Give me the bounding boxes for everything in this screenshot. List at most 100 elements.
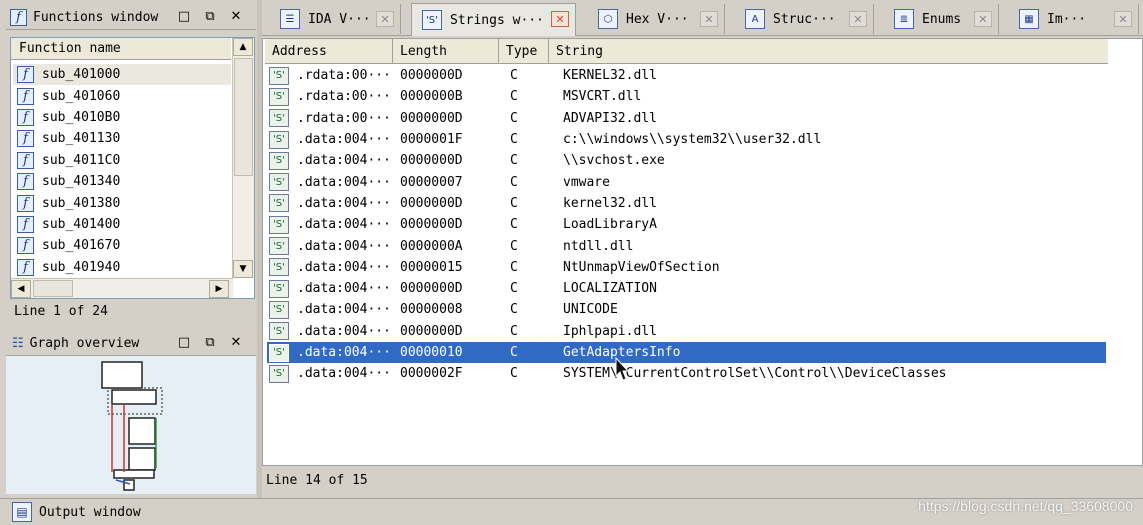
- function-icon: f: [17, 237, 34, 255]
- string-cell: MSVCRT.dll: [563, 89, 642, 105]
- length-cell: 0000000D: [400, 68, 463, 84]
- strings-window[interactable]: Address Length Type String 'S' .rdata:00·…: [262, 38, 1143, 466]
- functions-rows: f sub_401000 f sub_401060 f sub_4010B0 f sub_40…: [13, 64, 231, 278]
- function-icon: f: [17, 151, 34, 169]
- scroll-left-icon[interactable]: ◀: [11, 280, 31, 298]
- hex-view-icon: ⬡: [598, 9, 618, 29]
- function-list-item[interactable]: f sub_401130: [13, 128, 231, 149]
- close-icon[interactable]: ✕: [228, 334, 244, 350]
- functions-list[interactable]: Function name f sub_401000 f sub_401060 f sub…: [10, 37, 255, 299]
- float-window-icon[interactable]: ⧉: [202, 8, 218, 24]
- function-icon: f: [17, 173, 34, 191]
- address-cell: .rdata:00···: [297, 89, 391, 105]
- address-column-header[interactable]: Address: [265, 39, 393, 64]
- function-list-item[interactable]: f sub_401340: [13, 171, 231, 192]
- function-list-item[interactable]: f sub_401380: [13, 192, 231, 213]
- watermark: https://blog.csdn.net/qq_33608000: [918, 498, 1133, 514]
- graph-node: [101, 361, 143, 389]
- length-cell: 0000000D: [400, 195, 463, 211]
- string-cell: UNICODE: [563, 302, 618, 318]
- output-window-icon: ▤: [12, 502, 32, 522]
- string-column-header[interactable]: String: [549, 39, 1108, 64]
- scroll-thumb[interactable]: [234, 58, 253, 176]
- strings-table-row[interactable]: 'S' .data:004··· 0000001F Cc:\\windows\\sys…: [267, 129, 1106, 150]
- function-name: sub_4010B0: [42, 109, 121, 125]
- mouse-cursor-icon: [615, 357, 630, 381]
- function-name: sub_4011C0: [42, 152, 121, 168]
- tab-close-icon[interactable]: ✕: [849, 11, 867, 27]
- minimize-icon[interactable]: □: [176, 334, 192, 350]
- string-item-icon: 'S': [269, 173, 289, 192]
- strings-table-row[interactable]: 'S' .data:004··· 00000015 C NtUnmapViewOfSec…: [267, 257, 1106, 278]
- tab-close-icon[interactable]: ✕: [1114, 11, 1132, 27]
- tab-strings[interactable]: 'S' Strings w··· ✕: [411, 3, 576, 36]
- string-item-icon: 'S': [269, 322, 289, 341]
- strings-table-row[interactable]: 'S' .rdata:00··· 0000000D C ADVAPI32.dll: [267, 108, 1106, 129]
- address-cell: .data:004···: [297, 195, 391, 211]
- string-item-icon: 'S': [269, 237, 289, 256]
- graph-overview-title: Graph overview: [29, 336, 140, 351]
- tab-imports[interactable]: ▦ Im··· ✕: [1009, 4, 1139, 34]
- string-item-icon: 'S': [269, 66, 289, 85]
- hscroll-thumb[interactable]: [33, 280, 73, 297]
- function-name-column-header[interactable]: Function name: [11, 38, 231, 60]
- close-icon[interactable]: ✕: [228, 8, 244, 24]
- strings-table-row[interactable]: 'S' .data:004··· 00000007 Cvmware: [267, 171, 1106, 192]
- function-list-item[interactable]: f sub_401000: [13, 64, 231, 86]
- address-cell: .data:004···: [297, 132, 391, 148]
- scroll-down-icon[interactable]: ▼: [233, 260, 253, 278]
- strings-table-row[interactable]: 'S' .rdata:00··· 0000000B C MSVCRT.dll: [267, 86, 1106, 107]
- type-cell: C: [510, 217, 518, 233]
- tab-enums[interactable]: ≣ Enums ✕: [884, 4, 999, 34]
- strings-table-row[interactable]: 'S' .data:004··· 0000000D C \\svchost.exe: [267, 150, 1106, 171]
- strings-table-row[interactable]: 'S' .data:004··· 0000000D C LoadLibraryA: [267, 214, 1106, 235]
- strings-table-row[interactable]: 'S' .data:004··· 0000000A Cntdll.dll: [267, 235, 1106, 256]
- function-icon: f: [17, 258, 34, 276]
- strings-table-row[interactable]: 'S' .data:004··· 0000002F C SYSTEM\\CurrentC…: [267, 363, 1106, 384]
- function-name-header-label: Function name: [19, 41, 121, 56]
- function-list-item[interactable]: f sub_401940: [13, 257, 231, 278]
- tab-ida-view[interactable]: ☰ IDA V··· ✕: [270, 4, 401, 34]
- scroll-up-icon[interactable]: ▲: [233, 38, 253, 56]
- length-cell: 00000007: [400, 174, 463, 190]
- tab-close-icon[interactable]: ✕: [376, 11, 394, 27]
- function-list-item[interactable]: f sub_4011C0: [13, 150, 231, 171]
- string-item-icon: 'S': [269, 109, 289, 128]
- minimize-icon[interactable]: □: [176, 8, 192, 24]
- float-window-icon[interactable]: ⧉: [202, 334, 218, 350]
- strings-table-row[interactable]: 'S' .rdata:00··· 0000000D C KERNEL32.dll: [267, 65, 1106, 86]
- tab-close-icon[interactable]: ✕: [551, 11, 569, 27]
- graph-overview-canvas[interactable]: [6, 356, 256, 494]
- scroll-right-icon[interactable]: ▶: [209, 280, 229, 298]
- string-item-icon: 'S': [269, 364, 289, 383]
- length-cell: 00000015: [400, 259, 463, 275]
- length-column-header[interactable]: Length: [393, 39, 499, 64]
- type-column-header[interactable]: Type: [499, 39, 549, 64]
- string-item-icon: 'S': [269, 194, 289, 213]
- function-list-item[interactable]: f sub_401670: [13, 235, 231, 256]
- length-cell: 00000010: [400, 345, 463, 360]
- tab-hex-view[interactable]: ⬡ Hex V··· ✕: [588, 4, 725, 34]
- function-list-item[interactable]: f sub_401400: [13, 214, 231, 235]
- strings-table-row[interactable]: 'S' .data:004··· 0000000D C LOCALIZATION: [267, 278, 1106, 299]
- function-icon: f: [17, 215, 34, 233]
- function-list-item[interactable]: f sub_4010B0: [13, 107, 231, 128]
- strings-table-row[interactable]: 'S' .data:004··· 0000000D Ckernel32.dll: [267, 193, 1106, 214]
- tab-close-icon[interactable]: ✕: [974, 11, 992, 27]
- functions-horizontal-scrollbar[interactable]: ◀ ▶: [11, 278, 233, 298]
- function-name: sub_401670: [42, 238, 121, 254]
- strings-table-row[interactable]: 'S' .data:004··· 00000008 C UNICODE: [267, 299, 1106, 320]
- functions-status-line: Line 1 of 24: [14, 304, 108, 319]
- functions-vertical-scrollbar[interactable]: ▲ ▼: [232, 38, 254, 278]
- function-icon: f: [10, 9, 27, 26]
- strings-table-row[interactable]: 'S' .data:004··· 00000010 C GetAdaptersInfo: [267, 341, 1106, 364]
- strings-table-row[interactable]: 'S' .data:004··· 0000000D C Iphlpapi.dll: [267, 321, 1106, 342]
- graph-node: [128, 417, 156, 445]
- type-cell: C: [510, 110, 518, 126]
- tab-label: Im···: [1047, 11, 1087, 27]
- type-cell: C: [510, 89, 518, 105]
- length-cell: 0000001F: [400, 132, 463, 148]
- function-list-item[interactable]: f sub_401060: [13, 85, 231, 106]
- tab-close-icon[interactable]: ✕: [700, 11, 718, 27]
- tab-structures[interactable]: A Struc··· ✕: [735, 4, 874, 34]
